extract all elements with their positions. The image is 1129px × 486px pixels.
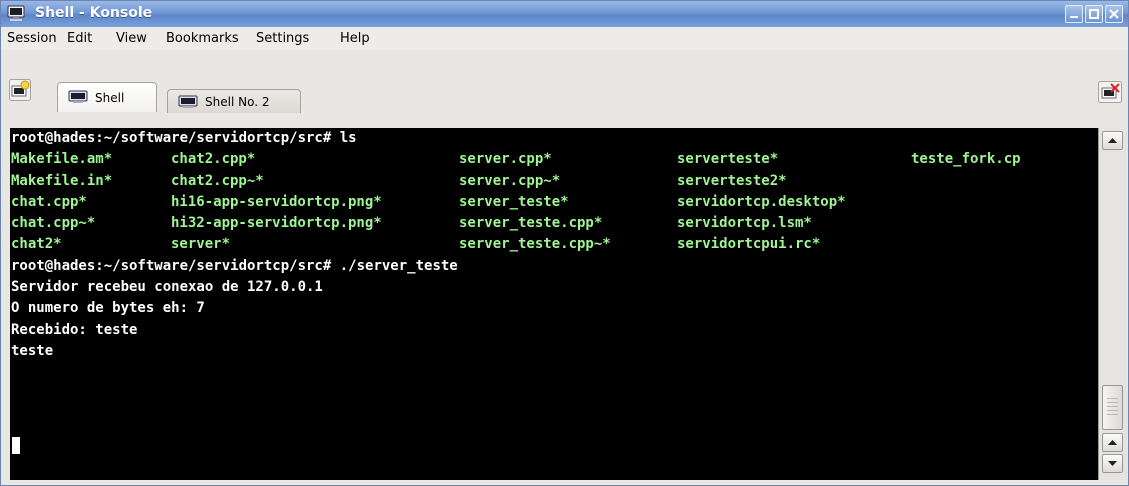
arrow-up-icon (1108, 440, 1117, 445)
file-entry: server_teste.cpp~* (459, 236, 611, 253)
file-entry: chat2.cpp* (171, 151, 256, 168)
file-entry: chat2* (11, 236, 62, 253)
menu-view[interactable]: View (116, 31, 147, 46)
prompt: root@hades:~/software/servidortcp/src# (11, 130, 332, 146)
window-title: Shell - Konsole (35, 5, 153, 21)
scrollbar-thumb[interactable] (1102, 385, 1123, 430)
tab-label: Shell No. 2 (205, 95, 270, 109)
command: ls (331, 130, 357, 146)
close-tab-icon[interactable] (1098, 81, 1122, 103)
terminal-icon (68, 90, 88, 103)
file-entry: server* (171, 236, 231, 253)
close-button[interactable] (1105, 5, 1123, 23)
menu-session[interactable]: Session (7, 31, 57, 46)
file-entry: chat2.cpp~* (171, 172, 264, 189)
menu-settings[interactable]: Settings (256, 31, 309, 46)
vertical-scrollbar[interactable] (1098, 128, 1127, 480)
file-entry: servidortcp.desktop* (677, 193, 846, 210)
arrow-down-icon (1108, 461, 1117, 466)
maximize-icon (1089, 9, 1099, 19)
file-entry: hi32-app-servidortcp.png* (171, 215, 382, 232)
tab-shell[interactable]: Shell (57, 82, 157, 112)
file-entry: chat.cpp~* (11, 215, 96, 232)
terminal-output[interactable]: root@hades:~/software/servidortcp/src# l… (10, 128, 1099, 480)
maximize-button[interactable] (1085, 5, 1103, 23)
tab-label: Shell (95, 91, 125, 105)
file-entry: serverteste2* (677, 172, 787, 189)
tab-bar (1, 50, 1128, 87)
listing-row: Makefile.in* chat2.cpp~* server.cpp~* se… (11, 171, 1099, 192)
command: ./server_teste (331, 257, 458, 274)
grip-icon (1107, 398, 1118, 416)
file-entry: servidortcpui.rc* (677, 236, 821, 253)
menu-bookmarks[interactable]: Bookmarks (166, 31, 239, 46)
terminal-line: root@hades:~/software/servidortcp/src# l… (11, 128, 1099, 149)
file-entry: servidortcp.lsm* (677, 215, 812, 232)
arrow-up-icon (1108, 138, 1117, 143)
file-entry: server.cpp* (459, 151, 552, 168)
menu-edit[interactable]: Edit (67, 31, 92, 46)
file-entry: server_teste.cpp* (459, 215, 603, 232)
listing-row: chat.cpp~* hi32-app-servidortcp.png* ser… (11, 213, 1099, 234)
text-cursor (12, 437, 20, 454)
output-line: Recebido: teste (11, 321, 138, 338)
output-line: O numero de bytes eh: 7 (11, 300, 205, 317)
output-line: Servidor recebeu conexao de 127.0.0.1 (11, 279, 323, 296)
close-icon (1109, 9, 1119, 19)
file-entry: server.cpp~* (459, 172, 561, 189)
file-entry: teste_fork.cp (911, 151, 1021, 168)
scroll-down-button[interactable] (1102, 454, 1123, 473)
scroll-up-button[interactable] (1102, 131, 1123, 150)
listing-row: Makefile.am* chat2.cpp* server.cpp* serv… (11, 149, 1099, 170)
konsole-app-icon (7, 5, 25, 21)
file-entry: Makefile.am* (11, 151, 113, 168)
file-entry: serverteste* (677, 151, 779, 168)
output-line: teste (11, 342, 54, 359)
file-entry: Makefile.in* (11, 172, 113, 189)
title-bar[interactable]: Shell - Konsole (1, 1, 1128, 27)
menu-bar: Session Edit View Bookmarks Settings Hel… (1, 27, 1128, 50)
minimize-icon (1070, 16, 1078, 18)
file-entry: chat.cpp* (11, 193, 87, 210)
terminal-area[interactable]: root@hades:~/software/servidortcp/src# l… (10, 128, 1127, 480)
file-entry: server_teste* (459, 193, 569, 210)
new-tab-icon[interactable] (9, 79, 31, 101)
prompt: root@hades:~/software/servidortcp/src# (11, 257, 332, 274)
minimize-button[interactable] (1065, 5, 1083, 23)
tab-shell-no-2[interactable]: Shell No. 2 (167, 89, 301, 113)
listing-row: chat2* server* server_teste.cpp~* servid… (11, 234, 1099, 255)
konsole-window: Shell - Konsole Session Edit View Bookma… (0, 0, 1129, 486)
scroll-up-button[interactable] (1102, 433, 1123, 452)
listing-row: chat.cpp* hi16-app-servidortcp.png* serv… (11, 192, 1099, 213)
terminal-icon (178, 95, 198, 108)
menu-help[interactable]: Help (340, 31, 370, 46)
file-entry: hi16-app-servidortcp.png* (171, 193, 382, 210)
terminal-line: root@hades:~/software/servidortcp/src# .… (11, 256, 1099, 277)
